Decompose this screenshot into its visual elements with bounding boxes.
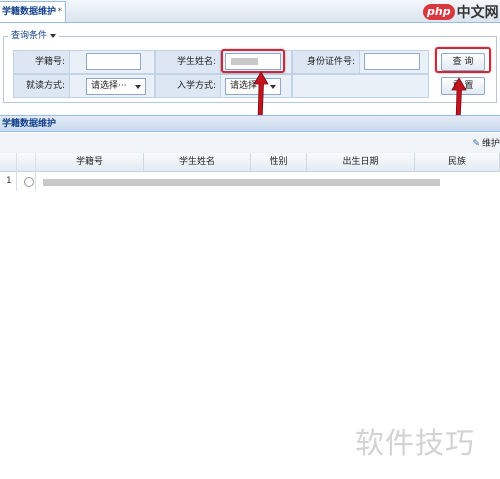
id-card-label: 身份证件号: — [292, 50, 360, 74]
divider — [35, 153, 36, 191]
grid-header: 学籍号 学生姓名 性别 出生日期 民族 — [0, 153, 500, 172]
divider — [16, 153, 17, 191]
col-header-student-id[interactable]: 学籍号 — [36, 153, 144, 171]
select-header — [17, 153, 36, 171]
maintain-button[interactable]: ✎ 维护 — [472, 136, 500, 149]
row-select-radio[interactable] — [24, 177, 34, 187]
table-row[interactable]: 1 — [0, 173, 500, 191]
col-header-birth-date[interactable]: 出生日期 — [307, 153, 415, 171]
tab-close-icon[interactable]: * — [58, 2, 63, 22]
study-mode-select[interactable]: 请选择··· — [86, 78, 146, 95]
empty-cell — [292, 74, 429, 98]
col-header-gender[interactable]: 性别 — [251, 153, 307, 171]
query-legend[interactable]: 查询条件 — [8, 30, 60, 42]
query-legend-label: 查询条件 — [11, 31, 48, 41]
tab-title: 学籍数据维护 — [2, 7, 57, 17]
enroll-mode-label: 入学方式: — [155, 74, 221, 98]
site-logo: php 中文网 — [423, 2, 499, 21]
logo-cn: 中文网 — [456, 5, 499, 21]
chevron-down-icon — [135, 85, 141, 89]
logo-php: php — [423, 3, 455, 20]
maintain-button-label: 维护 — [481, 139, 500, 149]
col-header-student-name[interactable]: 学生姓名 — [144, 153, 251, 171]
rownum-header — [0, 153, 17, 171]
col-header-ethnicity[interactable]: 民族 — [415, 153, 500, 171]
panel-title: 学籍数据维护 — [0, 115, 500, 132]
student-id-label: 学籍号: — [13, 50, 70, 74]
tab-student-records[interactable]: 学籍数据维护 * — [0, 1, 66, 22]
grid-toolbar: ✎ 维护 — [0, 133, 500, 154]
chevron-down-icon — [50, 33, 57, 38]
student-id-input[interactable] — [86, 53, 141, 70]
highlight-box-search — [435, 47, 491, 73]
edit-icon: ✎ — [472, 139, 480, 149]
tab-bar: 学籍数据维护 * php 中文网 — [0, 0, 500, 23]
watermark: 软件技巧 — [355, 426, 476, 460]
student-name-label: 学生姓名: — [155, 50, 221, 74]
row-number: 1 — [6, 176, 12, 186]
id-card-input[interactable] — [364, 53, 420, 70]
row-blurred-content — [43, 179, 440, 186]
study-mode-value: 请选择··· — [91, 81, 127, 91]
study-mode-label: 就读方式: — [13, 74, 70, 98]
